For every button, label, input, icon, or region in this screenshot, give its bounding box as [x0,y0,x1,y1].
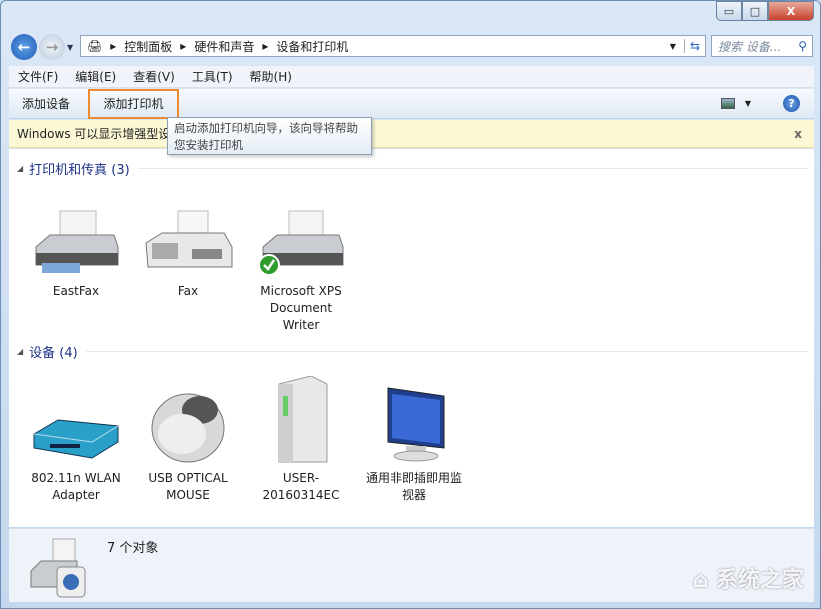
monitor-icon [364,374,464,464]
back-button[interactable]: ← [11,34,37,60]
view-dropdown-icon[interactable]: ▼ [745,99,751,108]
search-placeholder: 搜索 设备... [718,39,782,54]
device-label: Microsoft XPS Document Writer [260,284,342,332]
device-label: USB OPTICAL MOUSE [148,471,228,502]
printer-icon [251,199,351,277]
breadcrumb-control-panel[interactable]: 控制面板 [124,38,172,55]
mouse-icon [138,374,238,464]
menu-bar: 文件(F) 编辑(E) 查看(V) 工具(T) 帮助(H) [9,66,814,88]
recent-pages-icon[interactable]: ▼ [67,43,73,52]
menu-tools[interactable]: 工具(T) [183,68,241,85]
menu-edit[interactable]: 编辑(E) [66,68,124,85]
group-header-devices[interactable]: ◢ 设备 (4) [17,342,807,361]
forward-button[interactable]: → [39,34,65,60]
command-bar: 添加设备 添加打印机 ▼ ? [9,88,814,119]
add-printer-button[interactable]: 添加打印机 [88,88,180,119]
minimize-button[interactable]: ▭ [716,1,742,21]
address-dropdown-icon[interactable]: ▼ [670,42,676,51]
item-count: 7 个对象 [107,541,159,556]
info-bar-close[interactable]: x [794,127,802,141]
printer-icon [26,199,126,277]
computer-tower-icon [251,374,351,464]
chevron-right-icon: ▸ [180,39,187,53]
breadcrumb-hardware-sound[interactable]: 硬件和声音 [194,38,254,55]
device-xps-writer[interactable]: Microsoft XPS Document Writer [251,199,351,334]
device-eastfax[interactable]: EastFax [26,199,126,300]
group-header-printers[interactable]: ◢ 打印机和传真 (3) [17,159,807,178]
device-fax[interactable]: Fax [138,199,238,300]
device-computer[interactable]: USER-20160314EC [251,374,351,504]
device-label: EastFax [52,284,100,298]
address-bar[interactable]: 🖨 ▸ 控制面板 ▸ 硬件和声音 ▸ 设备和打印机 ▼ ⇆ [80,35,706,57]
refresh-icon[interactable]: ⇆ [683,39,705,53]
watermark-logo: ⌂ 系统之家 [692,568,804,593]
devices-printers-icon [27,537,91,602]
breadcrumb-devices-printers[interactable]: 设备和打印机 [276,38,348,55]
tooltip: 启动添加打印机向导，该向导将帮助您安装打印机 [167,117,372,155]
add-device-button[interactable]: 添加设备 [9,91,83,117]
printer-folder-icon: 🖨 [87,39,103,53]
close-button[interactable]: X [768,1,814,21]
group-title: 打印机和传真 (3) [29,163,130,178]
device-label: 通用非即插即用监视器 [365,471,462,502]
chevron-right-icon: ▸ [262,39,269,53]
details-pane: 7 个对象 ⌂ 系统之家 [9,528,814,602]
menu-file[interactable]: 文件(F) [9,68,66,85]
device-list: ◢ 打印机和传真 (3) EastFax Fax Microsoft XPS Do… [9,149,814,527]
device-label: Fax [177,284,199,298]
network-adapter-icon [26,374,126,464]
search-input[interactable]: 搜索 设备... ⚲ [711,35,813,57]
menu-help[interactable]: 帮助(H) [241,68,300,85]
menu-view[interactable]: 查看(V) [124,68,183,85]
collapse-icon[interactable]: ◢ [17,164,23,173]
device-wlan-adapter[interactable]: 802.11n WLAN Adapter [26,374,126,504]
info-bar[interactable]: Windows 可以显示增强型设备图标和信息。单击进行更改... x [9,120,814,148]
change-view-icon[interactable] [720,98,735,109]
device-label: USER-20160314EC [262,471,340,502]
device-label: 802.11n WLAN Adapter [31,471,121,502]
group-title: 设备 (4) [29,346,78,361]
default-printer-check-icon [258,254,280,276]
help-icon[interactable]: ? [783,95,800,112]
maximize-button[interactable]: □ [742,1,768,21]
collapse-icon[interactable]: ◢ [17,347,23,356]
device-monitor[interactable]: 通用非即插即用监视器 [364,374,464,504]
fax-icon [138,199,238,277]
device-usb-mouse[interactable]: USB OPTICAL MOUSE [138,374,238,504]
explorer-window: ▭ □ X ← → ▼ 🖨 ▸ 控制面板 ▸ 硬件和声音 ▸ 设备和打印机 ▼ … [0,0,821,609]
chevron-right-icon: ▸ [110,39,117,53]
search-icon[interactable]: ⚲ [798,39,807,53]
